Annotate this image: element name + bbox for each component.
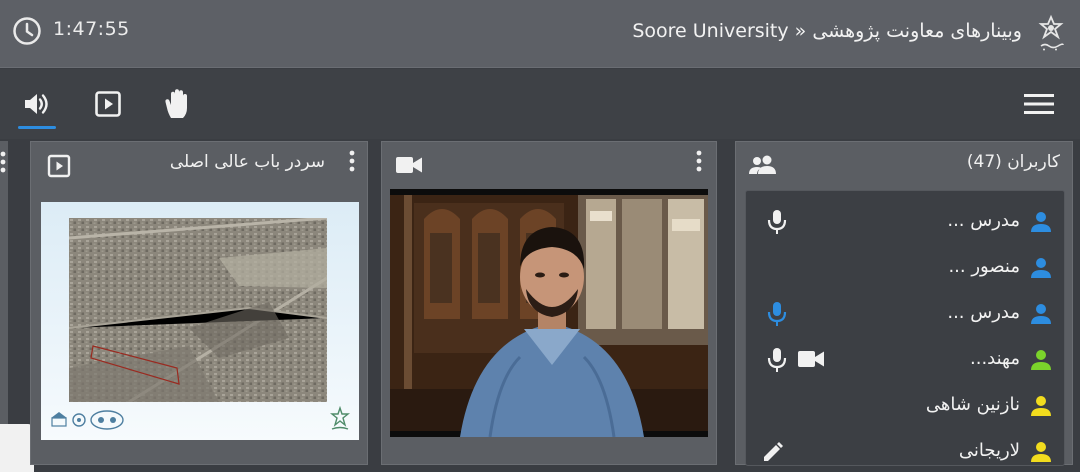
presentation-button[interactable] bbox=[90, 87, 126, 121]
offscreen-panel bbox=[0, 141, 8, 465]
list-item[interactable]: نازنین شاهی bbox=[746, 381, 1064, 427]
list-item[interactable]: مدرس ... bbox=[746, 197, 1064, 243]
camera-icon[interactable] bbox=[798, 350, 824, 368]
more-options-icon[interactable] bbox=[349, 150, 355, 172]
elapsed-time: 1:47:55 bbox=[53, 18, 130, 40]
user-icon bbox=[1031, 350, 1051, 370]
audio-button[interactable] bbox=[18, 87, 56, 129]
more-options-icon[interactable] bbox=[696, 150, 702, 172]
user-name: منصور ... bbox=[948, 256, 1020, 277]
video-panel bbox=[381, 141, 717, 465]
clock-icon bbox=[13, 17, 41, 45]
page-title: وبینارهای معاونت پژوهشی « Soore Universi… bbox=[632, 20, 1022, 42]
users-panel-title: کاربران (47) bbox=[966, 152, 1060, 172]
user-icon bbox=[1031, 258, 1051, 278]
microphone-active-icon[interactable] bbox=[766, 301, 788, 327]
list-item[interactable]: مهند... bbox=[746, 335, 1064, 381]
more-options-icon[interactable] bbox=[0, 151, 6, 173]
user-name: مدرس ... bbox=[947, 302, 1020, 323]
hand-icon bbox=[165, 89, 187, 118]
speaker-icon bbox=[25, 94, 48, 114]
webcam-video[interactable] bbox=[390, 189, 708, 437]
pencil-icon[interactable] bbox=[760, 439, 786, 461]
toolbar bbox=[0, 69, 1080, 139]
partner-logos-icon bbox=[51, 410, 124, 430]
user-name: نازنین شاهی bbox=[925, 394, 1020, 415]
user-list: مدرس ... منصور ... مدرس ... مهند... نازن… bbox=[745, 190, 1065, 466]
list-item[interactable]: لاریجانی bbox=[746, 427, 1064, 465]
user-icon bbox=[1031, 212, 1051, 232]
raise-hand-button[interactable] bbox=[160, 87, 196, 121]
microphone-icon[interactable] bbox=[766, 209, 788, 235]
user-name: مهند... bbox=[970, 348, 1020, 369]
users-group-icon bbox=[749, 155, 776, 174]
hamburger-menu-icon[interactable] bbox=[1024, 93, 1054, 115]
header-bar: 1:47:55 وبینارهای معاونت پژوهشی « Soore … bbox=[0, 0, 1080, 68]
university-logo bbox=[330, 406, 350, 430]
list-item[interactable]: منصور ... bbox=[746, 243, 1064, 289]
play-box-icon[interactable] bbox=[47, 154, 71, 178]
user-icon bbox=[1031, 304, 1051, 324]
overlay-element bbox=[0, 424, 34, 472]
users-panel: کاربران (47) مدرس ... منصور ... مدرس ...… bbox=[735, 141, 1073, 466]
user-icon bbox=[1031, 396, 1051, 416]
user-name: لاریجانی bbox=[958, 440, 1020, 461]
user-name: مدرس ... bbox=[947, 210, 1020, 231]
aerial-map-image bbox=[69, 218, 327, 402]
play-box-icon bbox=[95, 91, 121, 117]
user-icon bbox=[1031, 442, 1051, 462]
university-logo bbox=[1038, 14, 1064, 51]
list-item[interactable]: مدرس ... bbox=[746, 289, 1064, 335]
presentation-slide[interactable] bbox=[41, 202, 359, 440]
presentation-panel: سردر باب عالی اصلی bbox=[30, 141, 368, 465]
camera-icon bbox=[396, 157, 422, 173]
microphone-icon[interactable] bbox=[766, 347, 788, 373]
presentation-title: سردر باب عالی اصلی bbox=[169, 152, 325, 172]
